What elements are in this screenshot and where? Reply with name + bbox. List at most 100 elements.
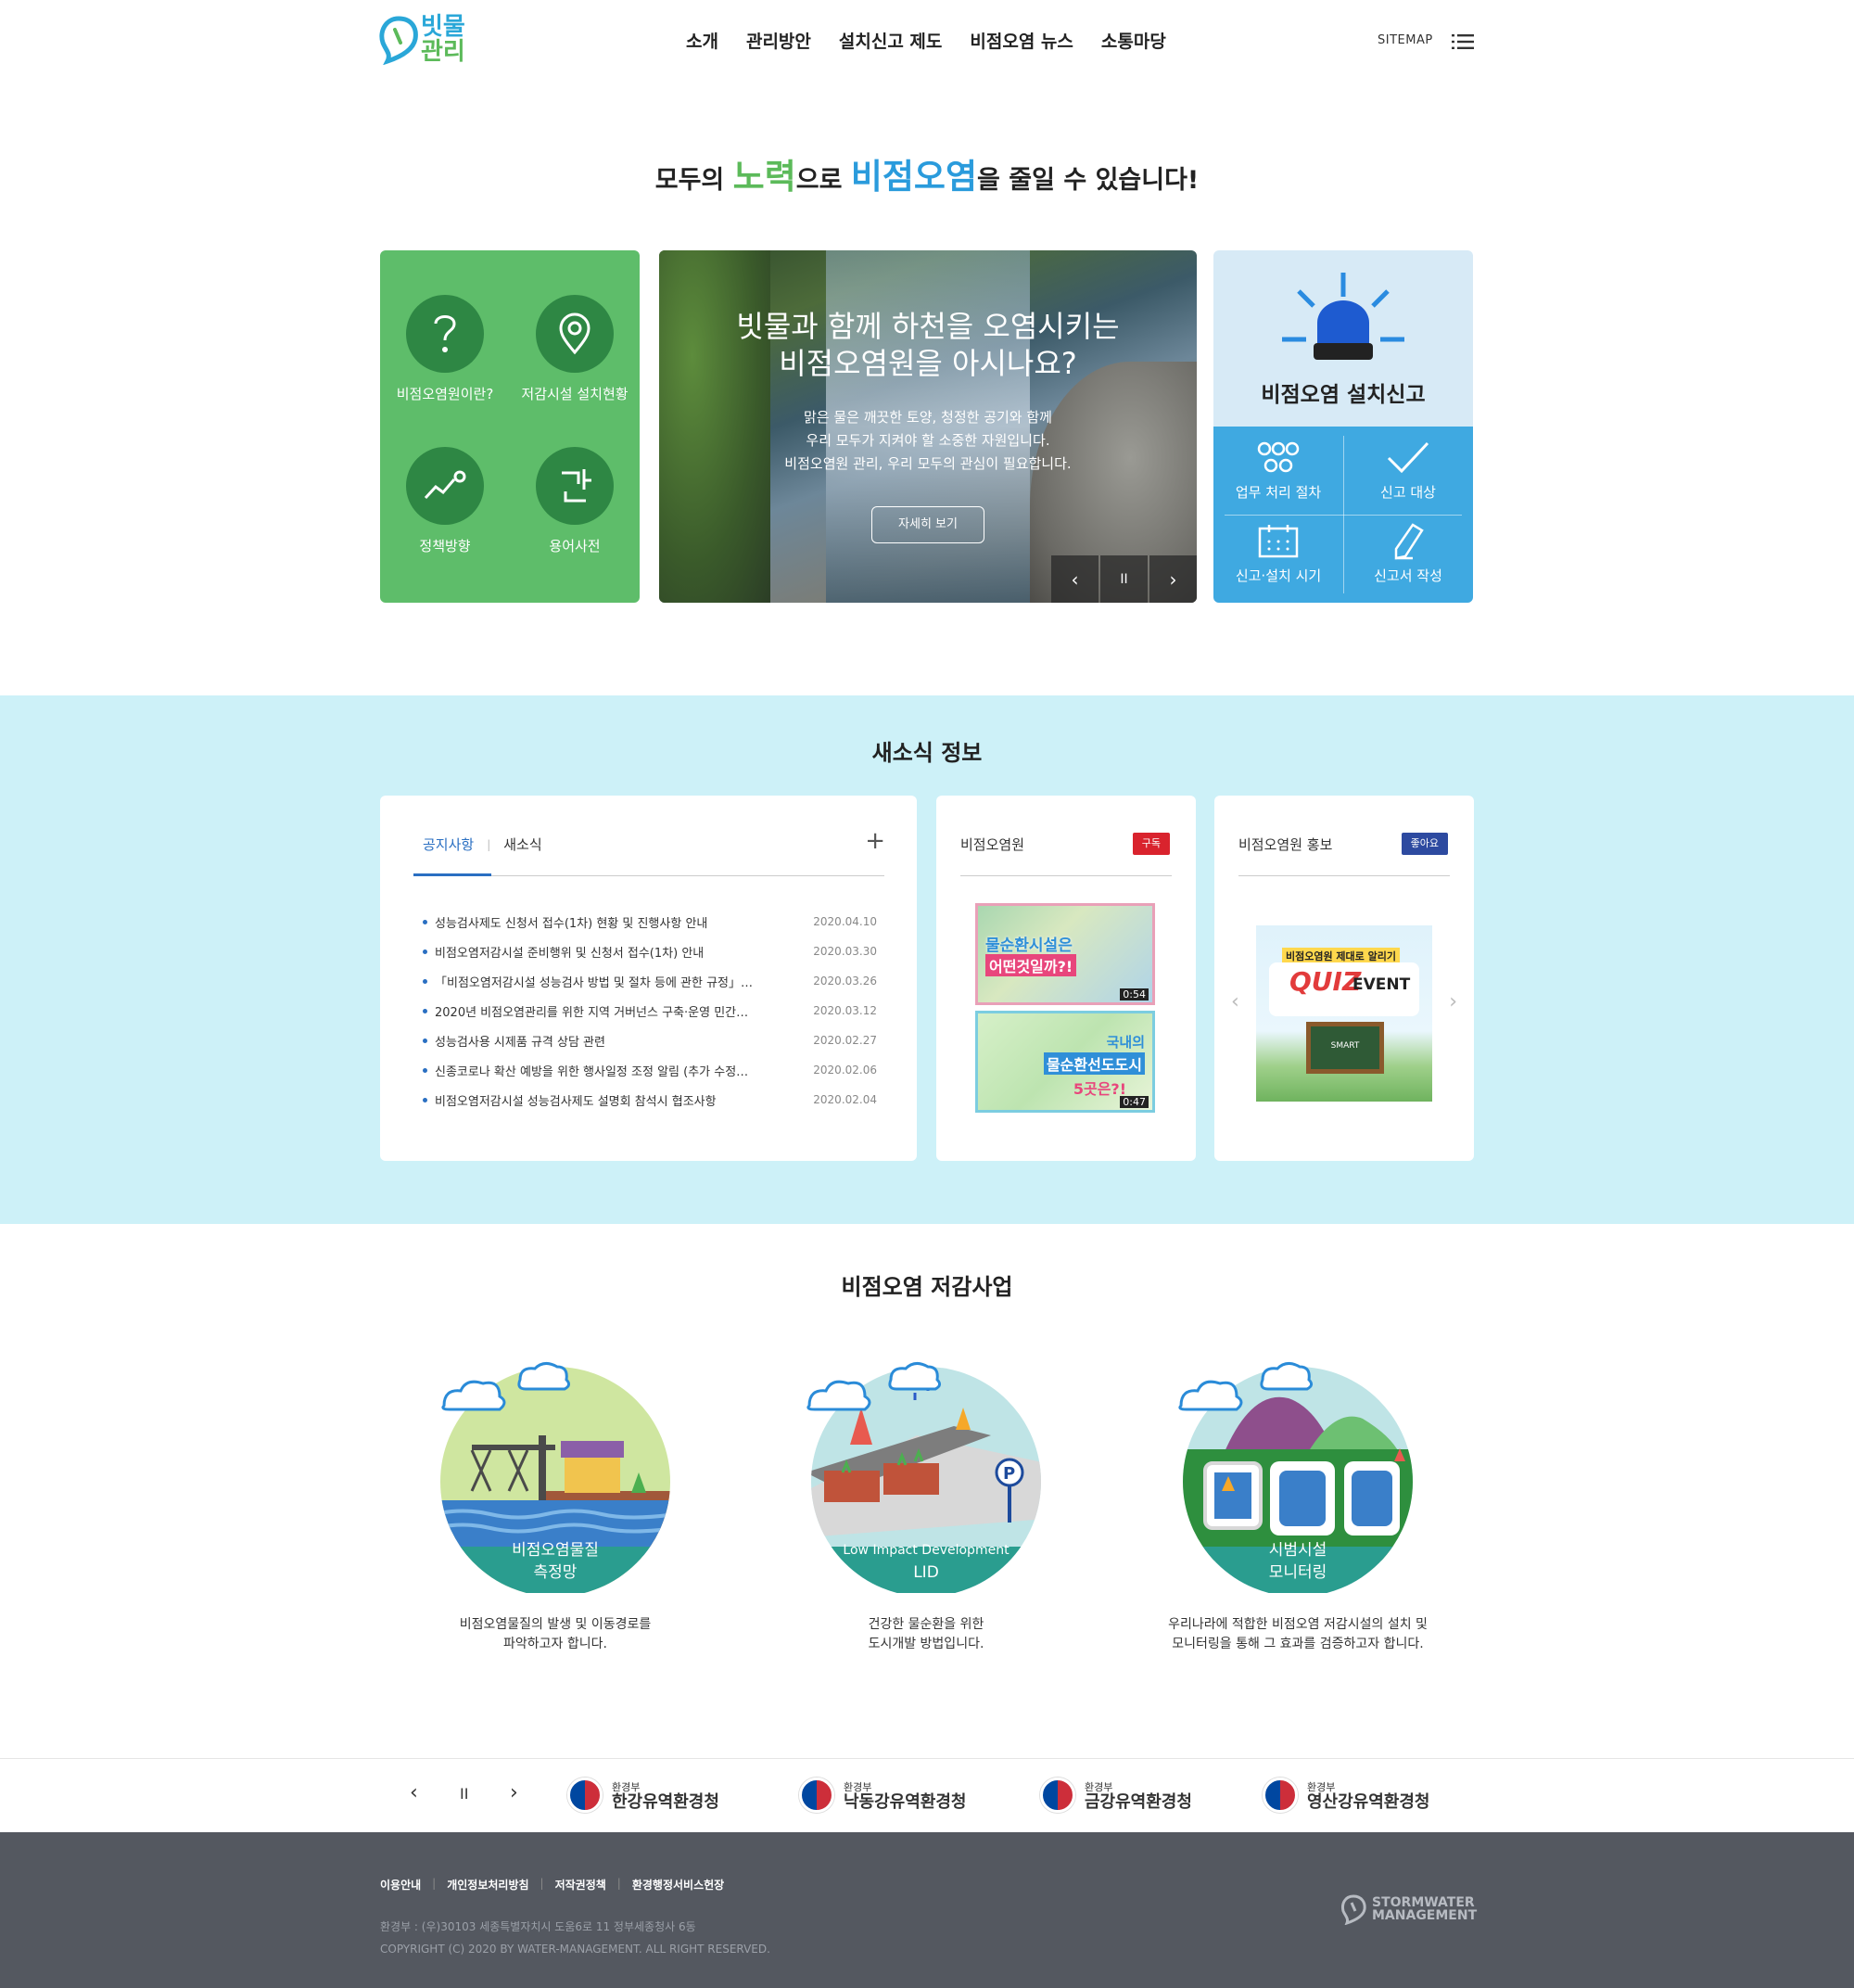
nav-about[interactable]: 소개 (686, 28, 718, 53)
partner-next-button[interactable]: › (510, 1781, 518, 1804)
bullet-icon (423, 1097, 427, 1102)
subscribe-badge[interactable]: 구독 (1132, 833, 1170, 855)
siren-icon (1282, 273, 1404, 360)
quick-facility-status[interactable]: 저감시설 설치현황 (510, 295, 640, 403)
lid-caption: Low Impact Development LID (806, 1539, 1047, 1584)
slide-pause-button[interactable]: II (1100, 555, 1148, 603)
report-menu: 업무 처리 절차 신고 대상 신고·설치 시기 신고서 작성 (1213, 427, 1473, 603)
nav-report-system[interactable]: 설치신고 제도 (839, 28, 943, 53)
video2-caption3: 5곳은?! (1073, 1080, 1126, 1098)
notice-title: 비점오염저감시설 준비행위 및 신청서 접수(1차) 안내 (435, 946, 705, 961)
bullet-icon (423, 1008, 427, 1013)
taegeuk-emblem-icon (1040, 1778, 1075, 1813)
tab-news[interactable]: 새소식 (503, 835, 541, 854)
footer-logo-line1: STORMWATER (1372, 1895, 1475, 1910)
notice-list: 성능검사제도 신청서 접수(1차) 현황 및 진행사항 안내 2020.04.10… (423, 907, 877, 1115)
process-nodes-icon (1257, 441, 1300, 473)
partner-pause-button[interactable]: II (460, 1785, 468, 1803)
more-plus-icon[interactable]: + (865, 827, 885, 855)
partner-nakdong-river[interactable]: 환경부 낙동강유역환경청 (799, 1778, 966, 1813)
notice-title: 2020년 비점오염관리를 위한 지역 거버넌스 구축·운영 민간… (435, 1005, 749, 1020)
promo-card-title: 비점오염원 홍보 (1238, 836, 1333, 853)
report-title: 비점오염 설치신고 (1261, 383, 1426, 407)
biz1-cap1: 비점오염물질 (512, 1541, 599, 1560)
footer-address: 환경부 : (우)30103 세종특별자치시 도움6로 11 정부세종청사 6동 (380, 1920, 696, 1933)
list-item[interactable]: 비점오염저감시설 성능검사제도 설명회 참석시 협조사항 2020.02.04 (423, 1085, 877, 1115)
footer-link-copyright[interactable]: 저작권정책 (555, 1877, 606, 1892)
nav-management[interactable]: 관리방안 (746, 28, 811, 53)
quick-policy[interactable]: 정책방향 (380, 447, 510, 555)
notice-title: 신종코로나 확산 예방을 위한 행사일정 조정 알림 (추가 수정… (435, 1064, 749, 1079)
quick-item-label: 비점오염원이란? (396, 386, 494, 402)
video1-caption: 물순환시설은 (985, 937, 1073, 955)
biz2-cap2: LID (913, 1563, 939, 1582)
report-target[interactable]: 신고 대상 (1343, 440, 1473, 502)
video-thumbnail-1[interactable]: 물순환시설은 어떤것일까?! 0:54 (975, 903, 1155, 1005)
report-timing[interactable]: 신고·설치 시기 (1213, 523, 1343, 585)
promo-prev-arrow-icon[interactable]: ‹ (1231, 990, 1239, 1013)
biz3-desc2: 모니터링을 통해 그 효과를 검증하고자 합니다. (1172, 1637, 1424, 1651)
sitemap-link[interactable]: SITEMAP (1378, 33, 1433, 47)
bullet-icon (423, 978, 427, 984)
biz3-desc1: 우리나라에 적합한 비점오염 저감시설의 설치 및 (1168, 1617, 1428, 1632)
logo-line1: 빗물 (421, 13, 465, 41)
news-section-title: 새소식 정보 (871, 740, 983, 766)
slide-next-button[interactable]: › (1149, 555, 1197, 603)
quick-item-label: 정책방향 (419, 538, 471, 554)
menu-list-icon[interactable] (1452, 33, 1474, 50)
list-item[interactable]: 2020년 비점오염관리를 위한 지역 거버넌스 구축·운영 민간… 2020.0… (423, 996, 877, 1026)
partner-han-river[interactable]: 환경부 한강유역환경청 (567, 1778, 719, 1813)
promo-next-arrow-icon[interactable]: › (1449, 990, 1457, 1013)
list-item[interactable]: 신종코로나 확산 예방을 위한 행사일정 조정 알림 (추가 수정… 2020.0… (423, 1055, 877, 1085)
footer-link-privacy[interactable]: 개인정보처리방침 (447, 1877, 528, 1892)
quick-item-label: 용어사전 (549, 538, 601, 554)
nav-news[interactable]: 비점오염 뉴스 (970, 28, 1073, 53)
tab-notice[interactable]: 공지사항 (423, 835, 474, 854)
video2-duration: 0:47 (1120, 1096, 1149, 1108)
partner-prev-button[interactable]: ‹ (410, 1781, 418, 1804)
quick-glossary[interactable]: 용어사전 (510, 447, 640, 555)
footer-link-charter[interactable]: 환경행정서비스헌장 (632, 1877, 724, 1892)
list-item[interactable]: 「비점오염저감시설 성능검사 방법 및 절차 등에 관한 규정」… 2020.03… (423, 966, 877, 996)
video-card: 비점오염원 구독 물순환시설은 어떤것일까?! 0:54 국내의 물순환선도도시… (936, 796, 1196, 1161)
partner-yeongsan-river[interactable]: 환경부 영산강유역환경청 (1263, 1778, 1429, 1813)
list-item[interactable]: 성능검사제도 신청서 접수(1차) 현황 및 진행사항 안내 2020.04.10 (423, 907, 877, 937)
trend-chart-icon (406, 447, 484, 525)
footer-separator: | (540, 1877, 544, 1890)
reduction-section-title: 비점오염 저감사업 (841, 1274, 1013, 1300)
biz1-desc2: 파악하고자 합니다. (503, 1637, 607, 1651)
like-badge[interactable]: 좋아요 (1401, 833, 1448, 855)
raindrop-logo-icon (379, 16, 418, 65)
slide-prev-button[interactable]: ‹ (1051, 555, 1098, 603)
partner-name: 한강유역환경청 (612, 1792, 719, 1812)
biz2-desc1: 건강한 물순환을 위한 (868, 1617, 984, 1632)
slide-controls: ‹ II › (1051, 555, 1197, 603)
partner-geum-river[interactable]: 환경부 금강유역환경청 (1040, 1778, 1192, 1813)
report-procedure[interactable]: 업무 처리 절차 (1213, 440, 1343, 502)
list-item[interactable]: 성능검사용 시제품 규격 상담 관련 2020.02.27 (423, 1026, 877, 1055)
quick-what-is-nonpoint[interactable]: 비점오염원이란? (380, 295, 510, 403)
video-card-title: 비점오염원 (960, 836, 1025, 853)
hero-title-green: 노력 (732, 157, 796, 197)
site-logo[interactable]: 빗물 관리 (378, 13, 480, 69)
footer-logo-line2: MANAGEMENT (1372, 1908, 1478, 1923)
footer-link-usage[interactable]: 이용안내 (380, 1877, 421, 1892)
hero-title-pre: 모두의 (654, 166, 733, 195)
report-write[interactable]: 신고서 작성 (1343, 523, 1473, 585)
partner-name: 낙동강유역환경청 (844, 1792, 967, 1812)
slide-detail-button[interactable]: 자세히 보기 (871, 506, 984, 543)
notice-title: 「비점오염저감시설 성능검사 방법 및 절차 등에 관한 규정」… (435, 975, 754, 990)
notice-date: 2020.02.06 (813, 1064, 877, 1077)
hero-title-blue: 비점오염 (850, 157, 978, 197)
nav-community[interactable]: 소통마당 (1101, 28, 1166, 53)
quiz-event-banner[interactable]: 비점오염원 제대로 알리기 QUIZ EVENT SMART (1256, 925, 1432, 1102)
quick-menu-box: 비점오염원이란? 저감시설 설치현황 정책방향 용어사전 (380, 250, 640, 603)
bullet-icon (423, 949, 427, 954)
slide-text-line2: 우리 모두가 지켜야 할 소중한 자원입니다. (806, 432, 1050, 449)
slide-text-line3: 비점오염원 관리, 우리 모두의 관심이 필요합니다. (784, 455, 1072, 472)
slide-heading-line1: 빗물과 함께 하천을 오염시키는 (736, 309, 1120, 344)
bullet-icon (423, 1067, 427, 1073)
video-thumbnail-2[interactable]: 국내의 물순환선도도시 5곳은?! 0:47 (975, 1011, 1155, 1113)
list-item[interactable]: 비점오염저감시설 준비행위 및 신청서 접수(1차) 안내 2020.03.30 (423, 937, 877, 966)
notice-card: 공지사항 | 새소식 + 성능검사제도 신청서 접수(1차) 현황 및 진행사항… (380, 796, 917, 1161)
